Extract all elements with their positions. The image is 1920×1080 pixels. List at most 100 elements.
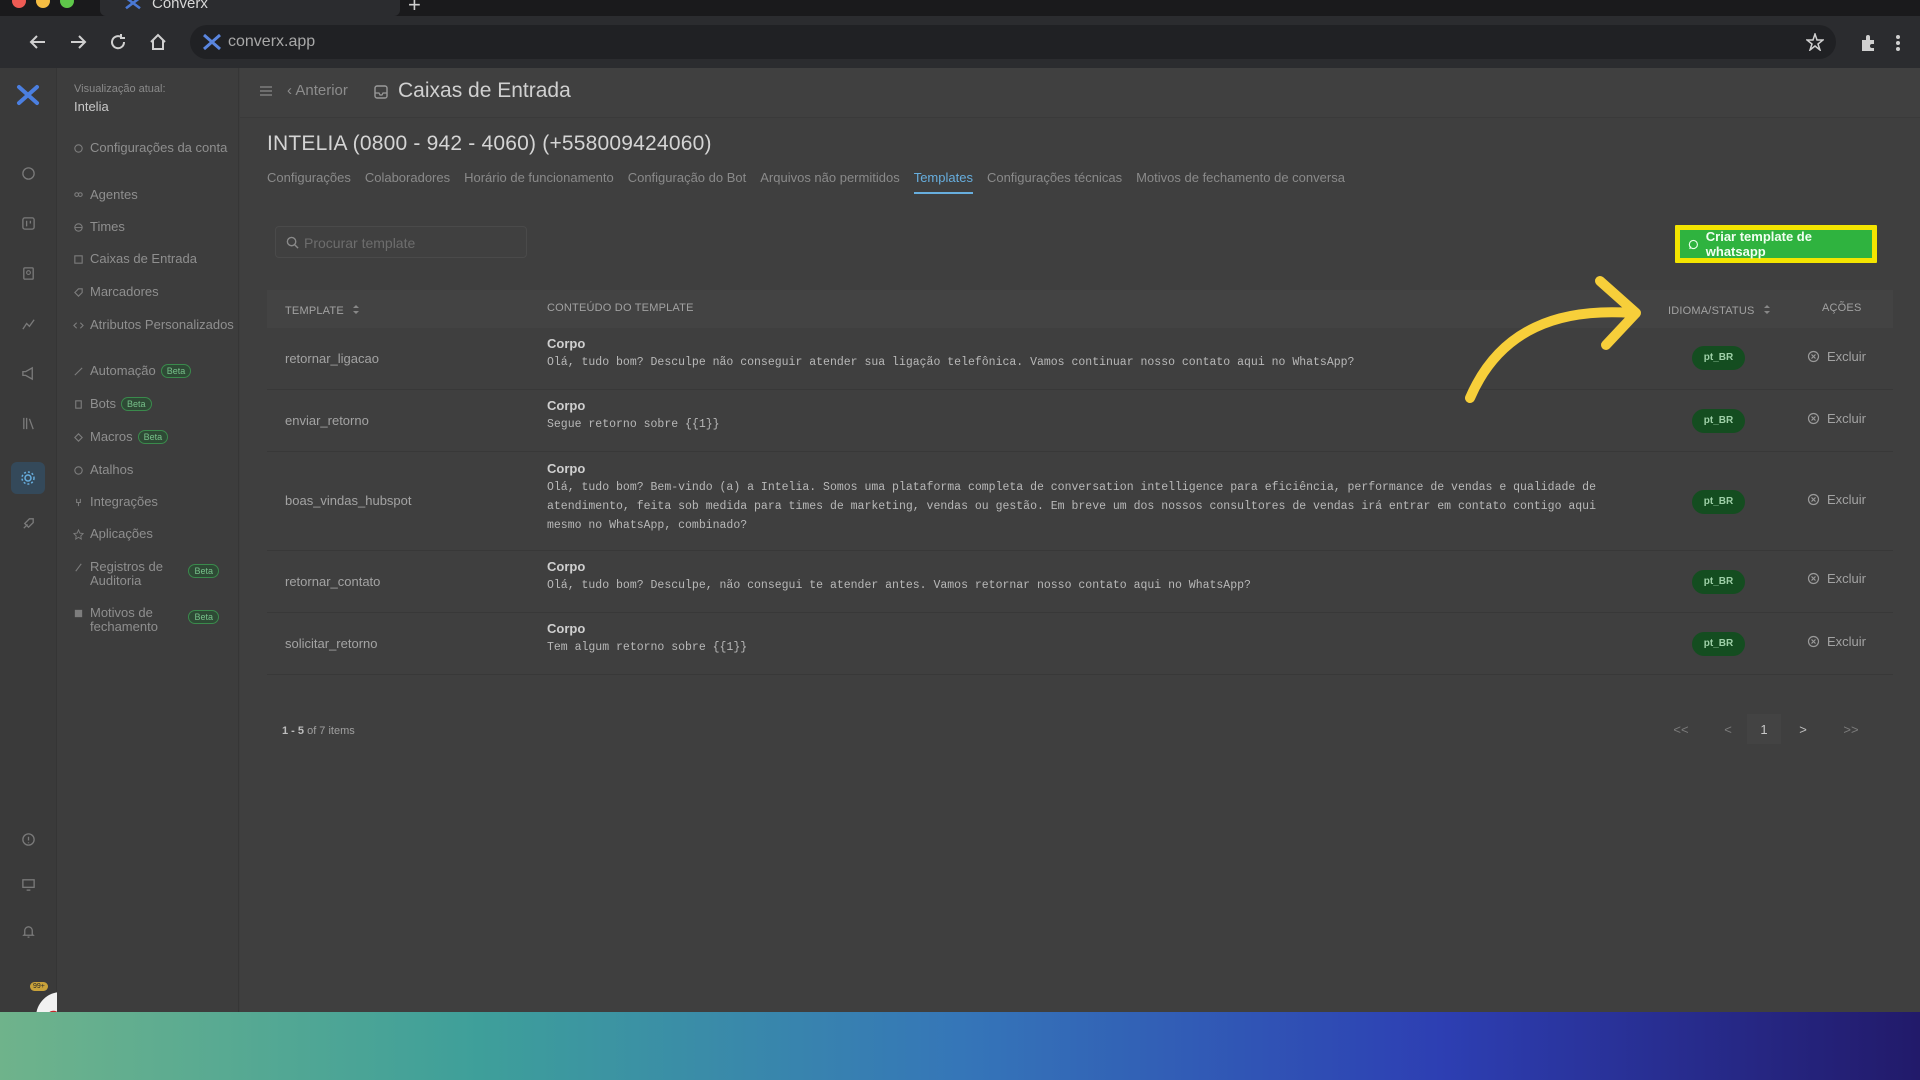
current-view-value[interactable]: Intelia: [74, 99, 109, 114]
sidebar-item-automation[interactable]: Automação Beta: [73, 364, 239, 378]
body-label: Corpo: [547, 559, 586, 574]
tab-bot[interactable]: Configuração do Bot: [628, 170, 747, 194]
back-button[interactable]: [24, 28, 52, 56]
sidebar-item-label: Configurações da conta: [90, 140, 228, 155]
sidebar-item-audit-logs[interactable]: Registros de Auditoria Beta: [73, 560, 239, 588]
campaigns-nav[interactable]: [17, 362, 39, 384]
browser-tab[interactable]: Converx: [100, 0, 400, 16]
conversations-nav[interactable]: [17, 162, 39, 184]
template-name: boas_vindas_hubspot: [285, 493, 412, 508]
inbox-settings-tabs: Configurações Colaboradores Horário de f…: [267, 170, 1359, 194]
sidebar-item-apps[interactable]: Aplicações: [73, 527, 239, 541]
converx-favicon-icon: [203, 33, 221, 51]
delete-button[interactable]: Excluir: [1807, 349, 1866, 364]
sidebar-item-integrations[interactable]: Integrações: [73, 495, 239, 509]
tab-templates[interactable]: Templates: [913, 170, 973, 194]
template-content: Corpo Olá, tudo bom? Desculpe não conseg…: [547, 336, 1607, 372]
sidebar-item-bots[interactable]: Bots Beta: [73, 397, 239, 411]
home-icon: [150, 33, 166, 50]
column-template[interactable]: TEMPLATE: [285, 304, 360, 317]
table-row: solicitar_retorno Corpo Tem algum retorn…: [267, 613, 1893, 675]
sidebar-item-custom-attributes[interactable]: Atributos Personalizados: [73, 318, 239, 332]
bookmark-star-icon[interactable]: [1806, 33, 1824, 51]
gear-icon: [21, 471, 35, 485]
converx-logo-icon[interactable]: [16, 84, 40, 106]
whatsapp-icon: [1688, 239, 1699, 249]
home-button[interactable]: [144, 28, 172, 56]
delete-label: Excluir: [1827, 492, 1867, 507]
sidebar-item-closing-reasons[interactable]: Motivos de fechamento Beta: [73, 606, 239, 634]
pagination-total: of 7 items: [307, 725, 355, 737]
sidebar-item-account-settings[interactable]: Configurações da conta: [73, 141, 239, 155]
notification-count-badge: 99+: [30, 982, 48, 991]
template-text-line: atendimento, feita sob medida para times…: [547, 500, 1596, 513]
tab-motivos[interactable]: Motivos de fechamento de conversa: [1136, 170, 1345, 194]
template-text-line: Tem algum retorno sobre {{1}}: [547, 641, 748, 654]
forward-button[interactable]: [64, 28, 92, 56]
pagination-first[interactable]: <<: [1668, 714, 1694, 744]
sidebar-item-label: Agentes: [90, 187, 138, 202]
hamburger-menu-icon[interactable]: [260, 86, 272, 96]
tab-arquivos[interactable]: Arquivos não permitidos: [760, 170, 899, 194]
address-bar[interactable]: converx.app: [190, 25, 1836, 59]
delete-button[interactable]: Excluir: [1807, 571, 1866, 586]
notifications-nav[interactable]: [17, 920, 39, 942]
column-actions: AÇÕES: [1822, 302, 1862, 314]
screen-nav[interactable]: [17, 873, 39, 895]
template-text-line: Segue retorno sobre {{1}}: [547, 418, 720, 431]
contacts-icon: [22, 266, 34, 280]
tab-colaboradores[interactable]: Colaboradores: [365, 170, 450, 194]
reload-button[interactable]: [104, 28, 132, 56]
column-template-label: TEMPLATE: [285, 305, 344, 317]
maximize-window-button[interactable]: [60, 0, 74, 8]
tab-configuracoes[interactable]: Configurações: [267, 170, 351, 194]
sidebar-item-label: Atributos Personalizados: [90, 317, 234, 332]
create-whatsapp-template-button[interactable]: Criar template de whatsapp: [1675, 225, 1877, 263]
library-nav[interactable]: [17, 412, 39, 434]
delete-button[interactable]: Excluir: [1807, 634, 1866, 649]
minimize-window-button[interactable]: [36, 0, 50, 8]
search-input[interactable]: [304, 233, 514, 253]
close-window-button[interactable]: [12, 0, 26, 8]
extensions-icon[interactable]: [1859, 34, 1877, 52]
settings-nav[interactable]: [11, 462, 45, 494]
inbox-title-icon: [374, 85, 388, 99]
audit-icon: [75, 563, 82, 572]
sidebar-item-label: Automação: [90, 363, 156, 378]
column-status[interactable]: IDIOMA/STATUS: [1668, 304, 1771, 317]
contacts-nav[interactable]: [17, 262, 39, 284]
arrow-right-icon: [71, 35, 87, 49]
back-link[interactable]: ‹ Anterior: [287, 82, 348, 99]
template-search: [275, 226, 527, 258]
sidebar-item-macros[interactable]: Macros Beta: [73, 430, 239, 444]
delete-button[interactable]: Excluir: [1807, 411, 1866, 426]
beta-badge: Beta: [160, 364, 192, 378]
current-view-label: Visualização atual:: [74, 83, 166, 95]
page-title: Caixas de Entrada: [398, 79, 571, 102]
rocket-nav[interactable]: [17, 512, 39, 534]
template-content: Corpo Olá, tudo bom? Desculpe, não conse…: [547, 559, 1607, 595]
body-label: Corpo: [547, 336, 586, 351]
sidebar-item-teams[interactable]: Times: [73, 220, 239, 234]
sidebar-item-inboxes[interactable]: Caixas de Entrada: [73, 252, 239, 266]
browser-menu-icon[interactable]: [1895, 34, 1901, 52]
tab-tecnicas[interactable]: Configurações técnicas: [987, 170, 1122, 194]
sidebar-item-agents[interactable]: Agentes: [73, 188, 239, 202]
kanban-nav[interactable]: [17, 212, 39, 234]
pagination-page[interactable]: 1: [1747, 714, 1781, 744]
chart-icon: [21, 318, 35, 329]
apps-icon: [73, 529, 84, 540]
pagination-last[interactable]: >>: [1838, 714, 1864, 744]
tab-horario[interactable]: Horário de funcionamento: [464, 170, 614, 194]
sidebar-item-tags[interactable]: Marcadores: [73, 285, 239, 299]
pagination-next[interactable]: >: [1790, 714, 1816, 744]
sidebar-item-label: Times: [90, 219, 125, 234]
pagination-prev[interactable]: <: [1715, 714, 1741, 744]
reports-nav[interactable]: [17, 312, 39, 334]
delete-button[interactable]: Excluir: [1807, 492, 1866, 507]
reload-icon: [111, 34, 126, 50]
sort-icon: [1763, 305, 1770, 314]
macro-icon: [74, 433, 83, 442]
sidebar-item-shortcuts[interactable]: Atalhos: [73, 463, 239, 477]
help-nav[interactable]: [17, 828, 39, 850]
